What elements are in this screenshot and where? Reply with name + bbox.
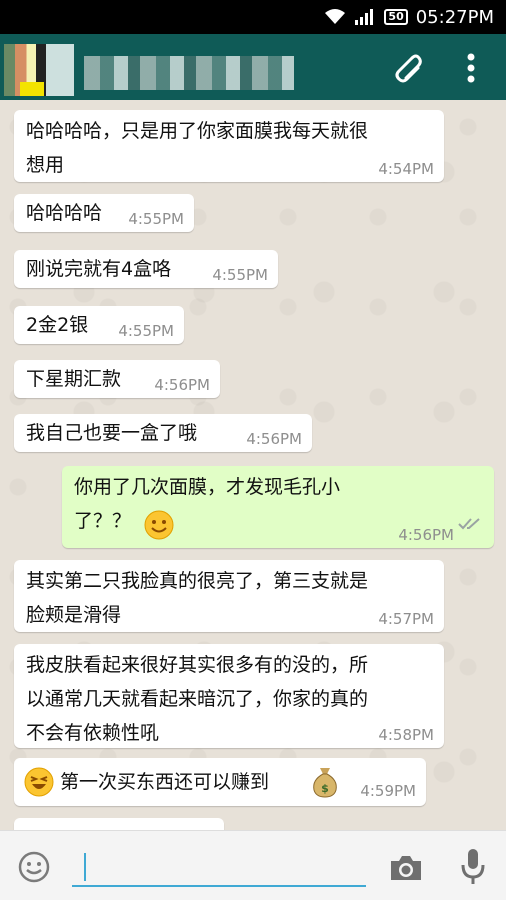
svg-text:$: $	[321, 782, 329, 795]
message-bubble-incoming[interactable]: 2金2银 4:55PM	[14, 306, 184, 344]
message-time: 4:58PM	[378, 726, 434, 744]
clock: 05:27PM	[415, 6, 494, 28]
message-bubble-incoming[interactable]: 哈哈哈哈，只是用了你家面膜我每天就很 想用 4:54PM	[14, 110, 444, 182]
message-time: 4:59PM	[360, 782, 416, 800]
compose-bar	[0, 830, 506, 900]
signal-icon	[354, 8, 376, 26]
emoji-button[interactable]	[18, 851, 50, 887]
message-bubble-incoming[interactable]: 我自己也要一盒了哦 4:56PM	[14, 414, 312, 452]
message-time: 4:55PM	[118, 322, 174, 340]
message-text: 下星期汇款	[26, 368, 122, 390]
message-time: 4:55PM	[128, 210, 184, 228]
message-text: 我自己也要一盒了哦	[26, 422, 198, 444]
money-bag-emoji-icon: $	[310, 764, 340, 809]
text-cursor	[84, 853, 86, 881]
message-time: 4:56PM	[398, 526, 454, 544]
message-time: 4:56PM	[246, 430, 302, 448]
message-bubble-incoming[interactable]: 哈哈哈哈 4:55PM	[14, 194, 194, 232]
message-list[interactable]: 哈哈哈哈，只是用了你家面膜我每天就很 想用 4:54PM 哈哈哈哈 4:55PM…	[0, 100, 506, 830]
message-time: 4:56PM	[154, 376, 210, 394]
message-input[interactable]	[72, 847, 366, 887]
message-text: 刚说完就有4盒咯	[26, 258, 172, 280]
laughing-emoji-icon	[24, 767, 54, 808]
contact-name-blurred[interactable]	[84, 56, 294, 90]
message-text: 其实第二只我脸真的很亮了，第三支就是 脸颊是滑得	[26, 570, 369, 626]
message-bubble-incoming[interactable]: 我皮肤看起来很好其实很多有的没的，所 以通常几天就看起来暗沉了，你家的真的 不会…	[14, 644, 444, 748]
message-text: 第一次买东西还可以赚到	[60, 771, 270, 793]
message-bubble-incoming[interactable]: 其实第二只我脸真的很亮了，第三支就是 脸颊是滑得 4:57PM	[14, 560, 444, 632]
overflow-menu-button[interactable]	[456, 50, 486, 90]
wifi-icon	[324, 8, 346, 26]
status-bar: 50 05:27PM	[0, 0, 506, 34]
message-bubble-outgoing[interactable]: 你用了几次面膜，才发现毛孔小 了？？ 4:56PM	[62, 466, 494, 548]
message-bubble-incoming[interactable]: 刚说完就有4盒咯 4:55PM	[14, 250, 278, 288]
smile-emoji-icon	[144, 510, 174, 551]
avatar[interactable]	[4, 44, 74, 96]
message-text: 哈哈哈哈	[26, 202, 103, 224]
message-time: 4:55PM	[212, 266, 268, 284]
paperclip-icon	[386, 48, 426, 92]
chat-header	[0, 34, 506, 100]
double-check-icon	[458, 508, 484, 542]
message-bubble-incoming[interactable]: 下星期汇款 4:56PM	[14, 360, 220, 398]
message-text: 2金2银	[26, 314, 89, 336]
message-time: 4:57PM	[378, 610, 434, 628]
camera-button[interactable]	[388, 853, 424, 887]
message-text: 你用了几次面膜，才发现毛孔小 了？？	[74, 476, 341, 532]
battery-icon: 50	[384, 9, 408, 25]
message-text: 哈哈哈哈，只是用了你家面膜我每天就很 想用	[26, 120, 369, 176]
more-vertical-icon	[466, 52, 476, 88]
message-bubble-incoming-partial[interactable]	[14, 818, 224, 830]
microphone-button[interactable]	[460, 847, 486, 891]
message-time: 4:54PM	[378, 160, 434, 178]
attach-button[interactable]	[384, 50, 428, 90]
message-bubble-incoming[interactable]: 第一次买东西还可以赚到 $ 4:59PM	[14, 758, 426, 806]
message-text: 我皮肤看起来很好其实很多有的没的，所 以通常几天就看起来暗沉了，你家的真的 不会…	[26, 654, 369, 744]
